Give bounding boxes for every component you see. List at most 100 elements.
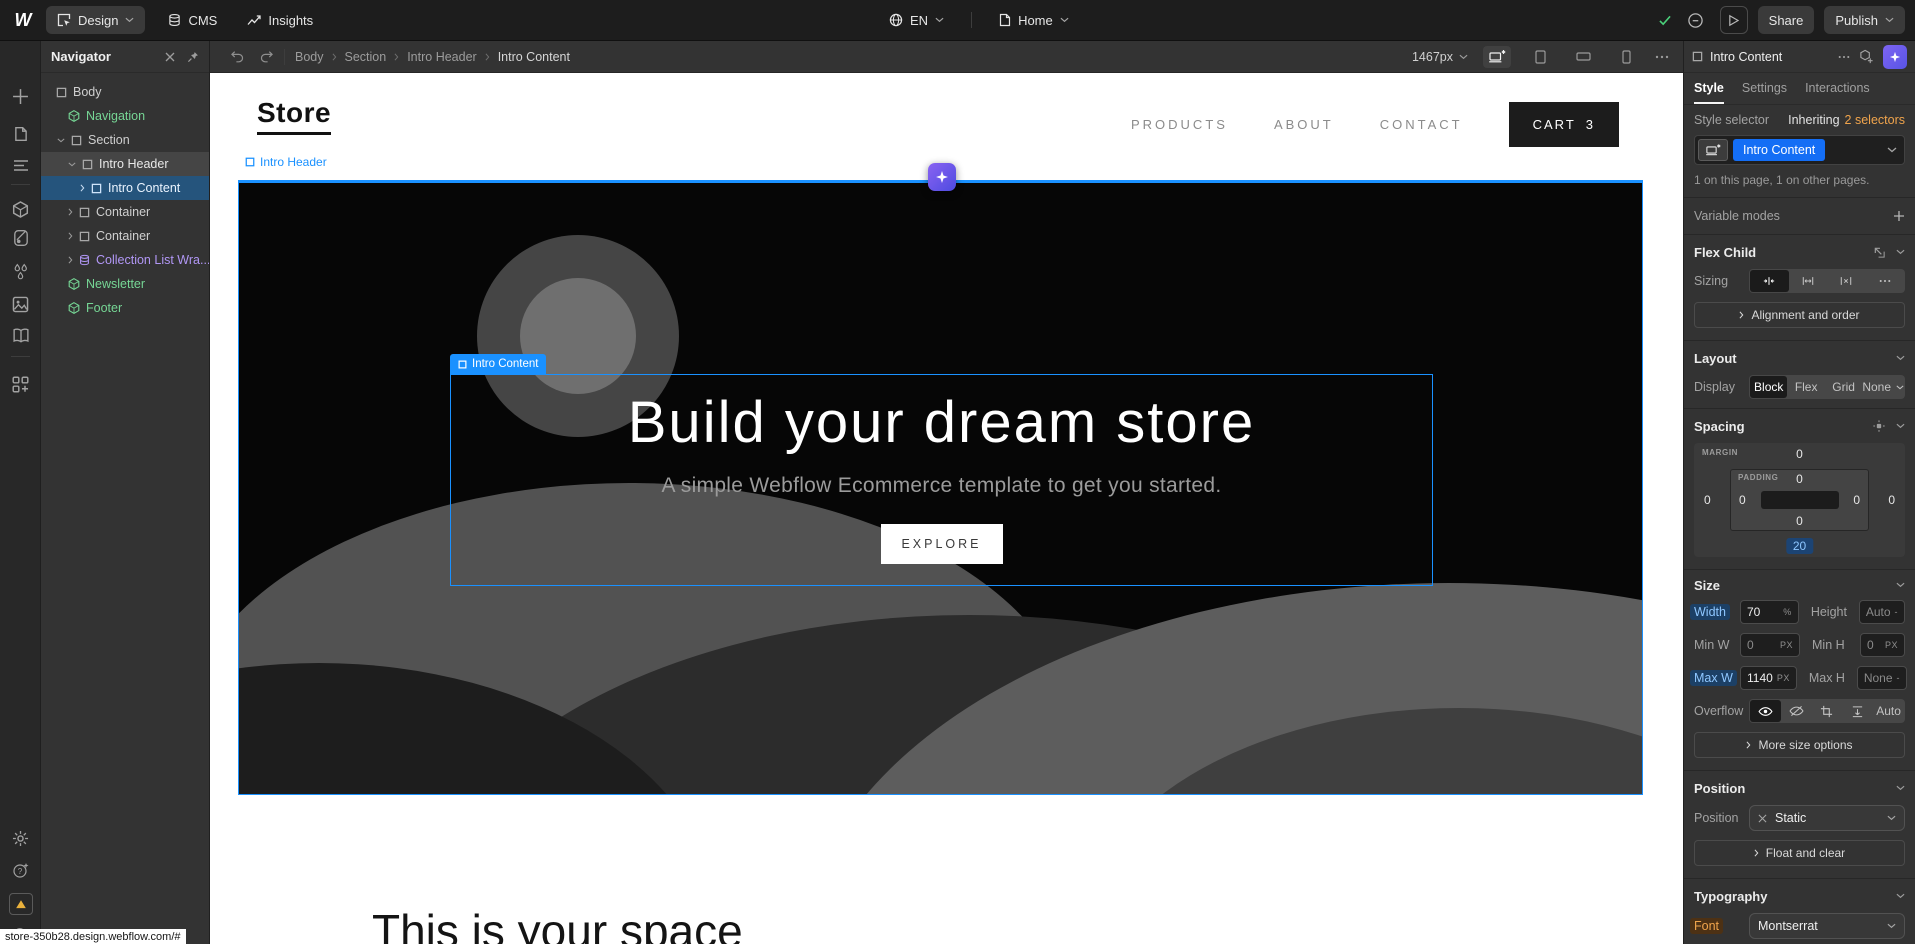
device-phone-portrait-button[interactable] bbox=[1612, 46, 1640, 68]
sizing-grow-button[interactable] bbox=[1789, 270, 1828, 292]
nav-link-products[interactable]: PRODUCTS bbox=[1131, 117, 1228, 132]
height-input[interactable]: Auto- bbox=[1859, 600, 1905, 624]
min-h-input[interactable]: 0PX bbox=[1860, 633, 1905, 657]
undo-icon[interactable] bbox=[230, 50, 245, 63]
tree-item-body[interactable]: Body bbox=[41, 80, 209, 104]
overflow-auto-button[interactable]: Auto bbox=[1873, 700, 1904, 722]
nav-link-about[interactable]: ABOUT bbox=[1274, 117, 1334, 132]
chevron-down-icon[interactable] bbox=[68, 162, 76, 167]
float-and-clear-button[interactable]: Float and clear bbox=[1694, 840, 1905, 866]
design-mode-button[interactable]: Design bbox=[46, 6, 145, 34]
chevron-right-icon[interactable] bbox=[68, 208, 73, 216]
close-icon[interactable] bbox=[165, 51, 175, 63]
device-tablet-button[interactable] bbox=[1526, 46, 1554, 68]
device-phone-landscape-button[interactable] bbox=[1569, 46, 1597, 68]
width-input[interactable]: 70% bbox=[1740, 600, 1799, 624]
breadcrumb-body[interactable]: Body bbox=[295, 50, 324, 64]
padding-top-value[interactable]: 0 bbox=[1796, 472, 1803, 486]
language-selector[interactable]: EN bbox=[878, 6, 955, 34]
libraries-button[interactable] bbox=[0, 328, 41, 343]
site-logo[interactable]: Store bbox=[257, 97, 331, 135]
margin-bottom-value[interactable]: 20 bbox=[1786, 538, 1813, 554]
variables-button[interactable] bbox=[0, 263, 41, 280]
viewport-width-selector[interactable]: 1467px bbox=[1412, 50, 1468, 64]
intro-header-selection-tag[interactable]: Intro Header bbox=[245, 155, 327, 169]
cms-button[interactable]: CMS bbox=[157, 6, 228, 34]
style-manager-button[interactable] bbox=[0, 229, 41, 247]
chevron-down-icon[interactable] bbox=[1896, 249, 1905, 255]
chevron-down-icon[interactable] bbox=[57, 138, 65, 143]
insights-button[interactable]: Insights bbox=[236, 6, 324, 34]
position-dropdown[interactable]: Static bbox=[1749, 805, 1905, 831]
tab-style[interactable]: Style bbox=[1694, 73, 1724, 104]
explore-button[interactable]: EXPLORE bbox=[881, 524, 1003, 564]
padding-right-value[interactable]: 0 bbox=[1853, 493, 1860, 507]
tree-item-section[interactable]: Section bbox=[41, 128, 209, 152]
pages-button[interactable] bbox=[0, 126, 41, 142]
class-selector-input[interactable]: Intro Content bbox=[1694, 135, 1905, 165]
max-w-input[interactable]: 1140PX bbox=[1740, 666, 1797, 690]
comments-button[interactable] bbox=[1682, 6, 1710, 34]
chevron-down-icon[interactable] bbox=[1887, 147, 1901, 153]
max-h-input[interactable]: None- bbox=[1857, 666, 1907, 690]
tree-item-intro-header[interactable]: Intro Header bbox=[41, 152, 209, 176]
chevron-down-icon[interactable] bbox=[1896, 785, 1905, 791]
display-none-button[interactable]: None bbox=[1862, 376, 1904, 398]
chevron-down-icon[interactable] bbox=[1896, 582, 1905, 588]
margin-left-value[interactable]: 0 bbox=[1704, 493, 1711, 507]
page-selector[interactable]: Home bbox=[988, 6, 1080, 34]
components-button[interactable] bbox=[0, 201, 41, 218]
display-flex-button[interactable]: Flex bbox=[1787, 376, 1824, 398]
more-devices-button[interactable] bbox=[1655, 55, 1669, 59]
nav-link-contact[interactable]: CONTACT bbox=[1380, 117, 1463, 132]
padding-bottom-value[interactable]: 0 bbox=[1796, 514, 1803, 528]
overflow-visible-button[interactable] bbox=[1750, 700, 1781, 722]
chevron-right-icon[interactable] bbox=[80, 184, 85, 192]
overflow-clip-button[interactable] bbox=[1812, 700, 1843, 722]
chevron-down-icon[interactable] bbox=[1896, 893, 1905, 899]
assets-button[interactable] bbox=[0, 296, 41, 313]
design-canvas[interactable]: Store PRODUCTS ABOUT CONTACT CART 3 Intr… bbox=[210, 73, 1683, 944]
ai-assistant-button[interactable] bbox=[928, 163, 956, 191]
help-button[interactable]: ? bbox=[0, 861, 41, 879]
sizing-more-button[interactable] bbox=[1866, 270, 1905, 292]
tree-item-navigation[interactable]: Navigation bbox=[41, 104, 209, 128]
chevron-right-icon[interactable] bbox=[68, 232, 73, 240]
apps-button[interactable] bbox=[0, 376, 41, 393]
tab-interactions[interactable]: Interactions bbox=[1805, 73, 1870, 104]
class-pill[interactable]: Intro Content bbox=[1733, 139, 1825, 161]
tree-item-footer[interactable]: Footer bbox=[41, 296, 209, 320]
preview-button[interactable] bbox=[1720, 6, 1748, 34]
share-button[interactable]: Share bbox=[1758, 6, 1815, 34]
navigator-button[interactable] bbox=[0, 159, 41, 172]
sizing-none-button[interactable] bbox=[1827, 270, 1866, 292]
min-w-input[interactable]: 0PX bbox=[1740, 633, 1800, 657]
ai-assistant-button[interactable] bbox=[1883, 45, 1907, 69]
more-size-options-button[interactable]: More size options bbox=[1694, 732, 1905, 758]
chevron-down-icon[interactable] bbox=[1896, 355, 1905, 361]
intro-content-selected-element[interactable]: Build your dream store A simple Webflow … bbox=[450, 374, 1433, 586]
cart-button[interactable]: CART 3 bbox=[1509, 102, 1619, 147]
settings-button[interactable] bbox=[0, 830, 41, 847]
tab-settings[interactable]: Settings bbox=[1742, 73, 1787, 104]
add-variable-mode-button[interactable] bbox=[1893, 210, 1905, 222]
display-block-button[interactable]: Block bbox=[1750, 376, 1787, 398]
tree-item-intro-content[interactable]: Intro Content bbox=[41, 176, 209, 200]
create-component-icon[interactable] bbox=[1859, 49, 1874, 64]
breadcrumb-intro-header[interactable]: Intro Header bbox=[407, 50, 476, 64]
device-desktop-button[interactable] bbox=[1483, 46, 1511, 68]
spacing-presets-icon[interactable] bbox=[1872, 419, 1886, 433]
font-dropdown[interactable]: Montserrat bbox=[1749, 913, 1905, 939]
tree-item-container[interactable]: Container bbox=[41, 224, 209, 248]
tree-item-collection-list[interactable]: Collection List Wra... bbox=[41, 248, 209, 272]
intro-content-selection-tag[interactable]: Intro Content bbox=[450, 354, 546, 374]
tree-item-container[interactable]: Container bbox=[41, 200, 209, 224]
chevron-right-icon[interactable] bbox=[68, 256, 73, 264]
publish-button[interactable]: Publish bbox=[1824, 6, 1905, 34]
display-grid-button[interactable]: Grid bbox=[1825, 376, 1862, 398]
hero-section[interactable]: Intro Content Build your dream store A s… bbox=[238, 180, 1643, 795]
pin-icon[interactable] bbox=[187, 51, 199, 63]
chevron-down-icon[interactable] bbox=[1896, 423, 1905, 429]
overflow-scroll-button[interactable] bbox=[1842, 700, 1873, 722]
sizing-shrink-button[interactable] bbox=[1750, 270, 1789, 292]
